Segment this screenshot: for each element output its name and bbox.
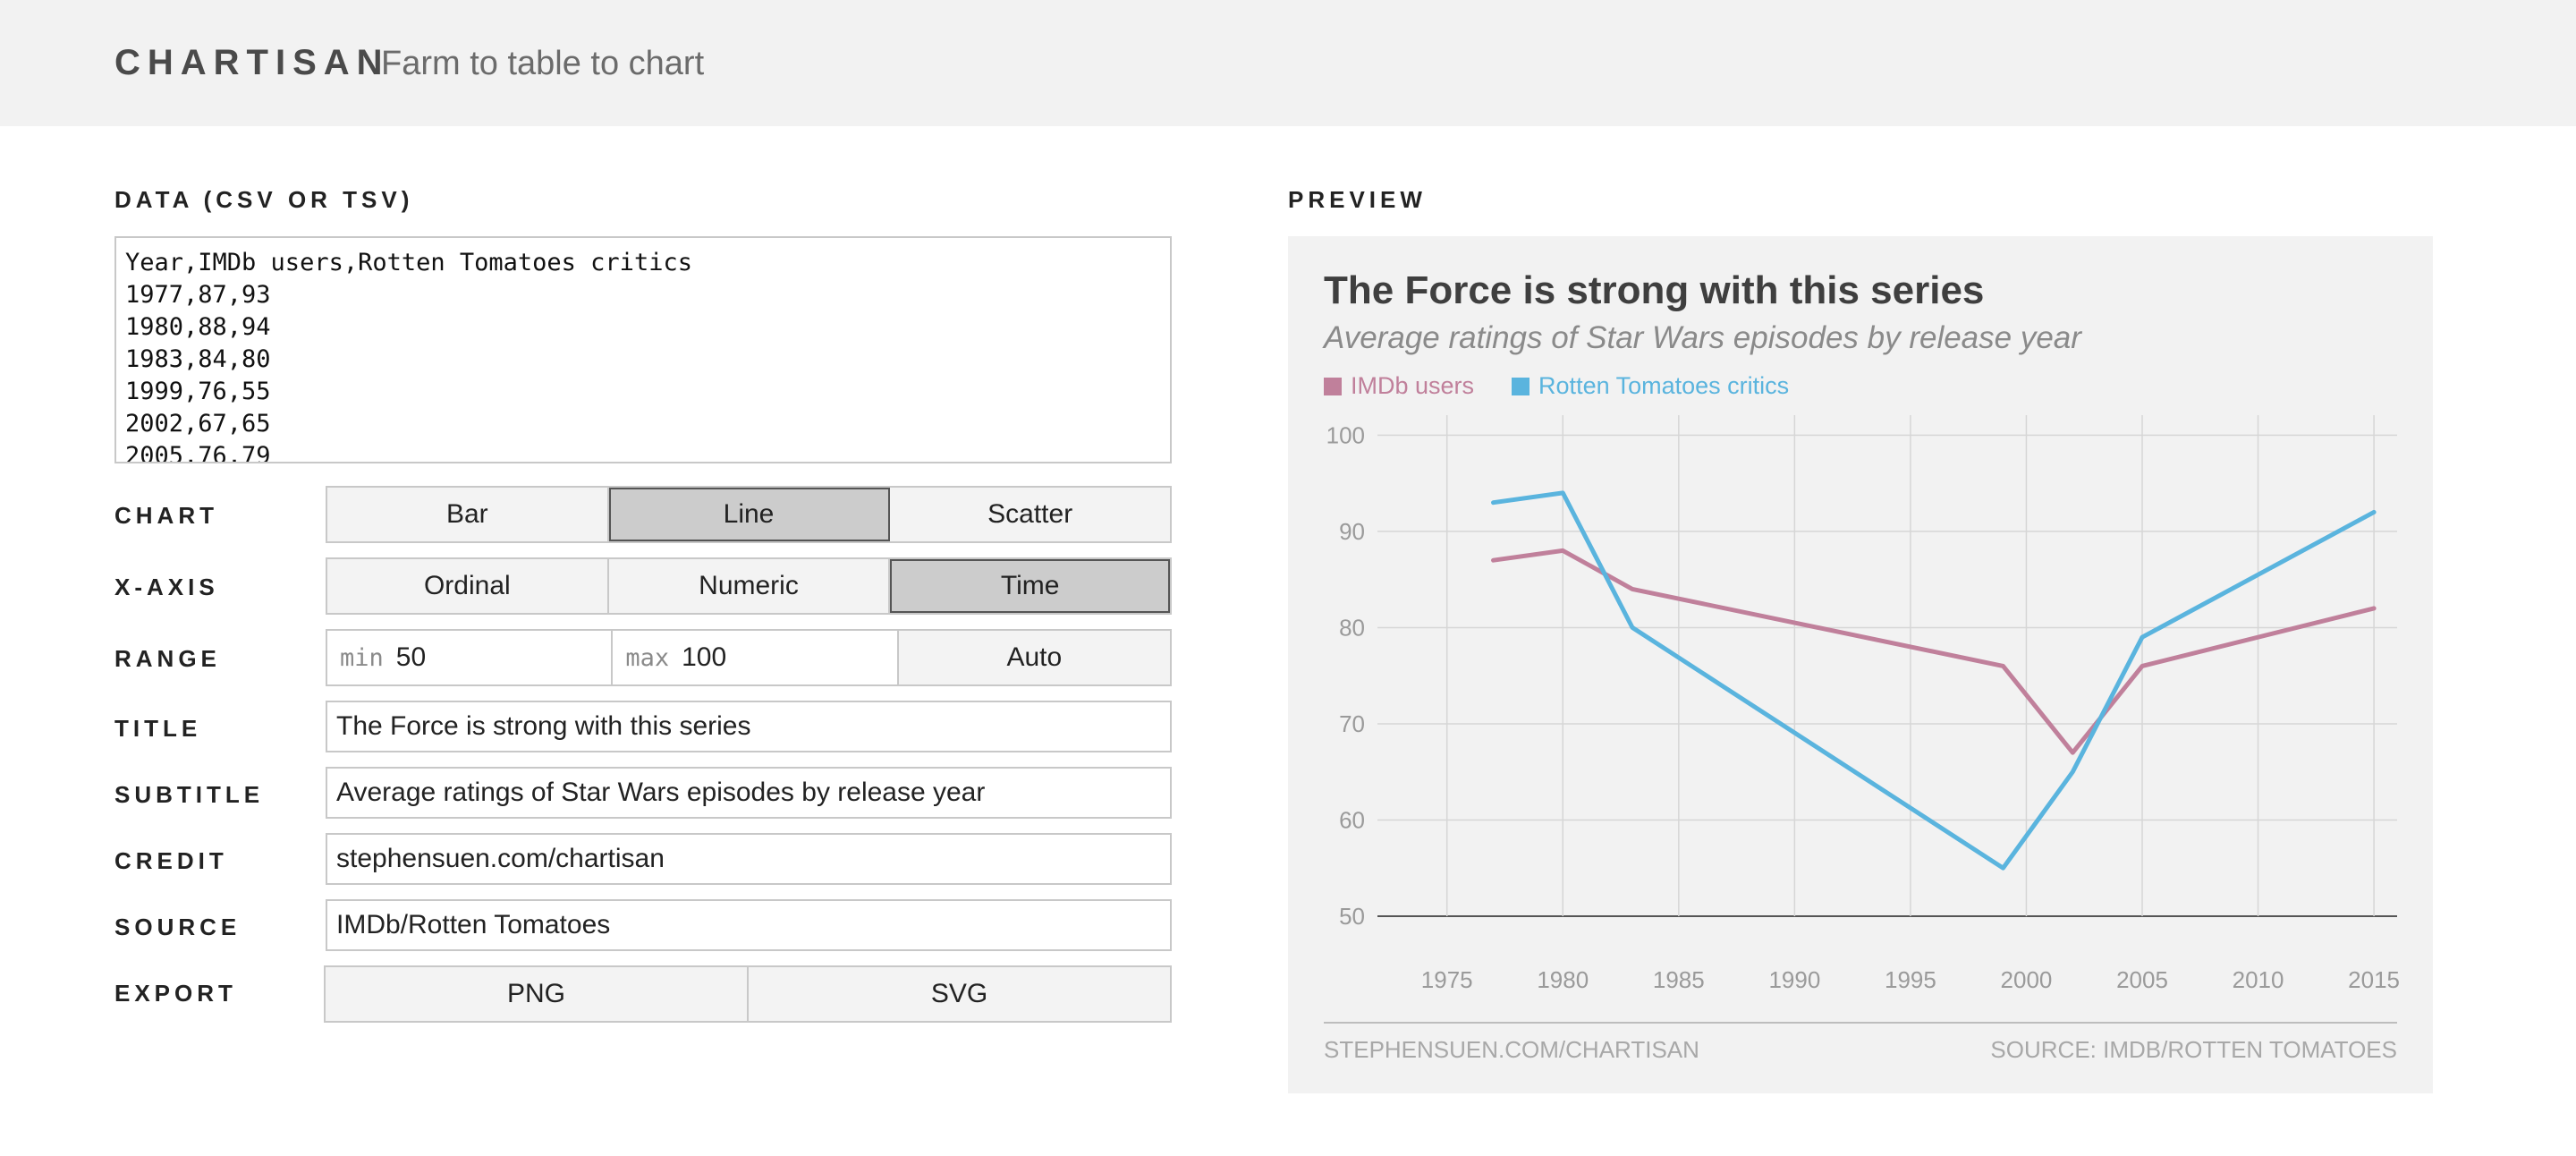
- credit-input[interactable]: stephensuen.com/chartisan: [326, 833, 1172, 885]
- range-min-value: 50: [395, 642, 427, 672]
- x-axis-numeric-button[interactable]: Numeric: [609, 559, 891, 613]
- subtitle-input[interactable]: Average ratings of Star Wars episodes by…: [326, 767, 1172, 819]
- chart-footer-rule: [1324, 1022, 2397, 1024]
- chart-type-selector: Bar Line Scatter: [326, 486, 1172, 543]
- credit-label: CREDIT: [114, 847, 228, 874]
- export-label: EXPORT: [114, 980, 237, 1007]
- range-min-input[interactable]: min 50: [327, 631, 614, 684]
- x-tick-label: 2005: [2116, 966, 2168, 993]
- y-tick-label: 90: [1339, 518, 1365, 545]
- data-section-label: DATA (CSV OR TSV): [114, 186, 414, 213]
- tagline: Farm to table to chart: [381, 45, 705, 82]
- app-header: CHARTISAN Farm to table to chart: [0, 0, 2576, 126]
- chart-type-scatter-button[interactable]: Scatter: [890, 488, 1170, 541]
- y-tick-label: 50: [1339, 903, 1365, 930]
- y-tick-label: 60: [1339, 806, 1365, 833]
- x-axis-time-button[interactable]: Time: [890, 559, 1171, 613]
- x-tick-label: 1985: [1653, 966, 1705, 993]
- line-chart: 50 60 70 80 90 100 1975 1980 1985 1990 1995 2000 200…: [1326, 415, 2400, 993]
- source-label: SOURCE: [114, 914, 242, 940]
- series-line-rt: [1491, 490, 2377, 871]
- range-max-input[interactable]: max 100: [613, 631, 899, 684]
- x-axis-label: X-AXIS: [114, 574, 219, 600]
- x-tick-label: 1990: [1768, 966, 1820, 993]
- chart-source: SOURCE: IMDB/ROTTEN TOMATOES: [1990, 1036, 2397, 1063]
- preview-section-label: PREVIEW: [1288, 186, 1427, 213]
- chart-type-label: CHART: [114, 502, 218, 529]
- range-min-key: min: [340, 643, 384, 672]
- y-tick-label: 100: [1326, 421, 1365, 448]
- export-svg-button[interactable]: SVG: [749, 967, 1170, 1021]
- range-controls: min 50 max 100 Auto: [326, 629, 1172, 686]
- chart-type-bar-button[interactable]: Bar: [327, 488, 609, 541]
- csv-data-input[interactable]: [114, 236, 1172, 463]
- brand-logo-text[interactable]: CHARTISAN: [114, 43, 390, 83]
- range-max-key: max: [625, 643, 670, 672]
- title-label: TITLE: [114, 715, 202, 742]
- x-tick-label: 1975: [1421, 966, 1473, 993]
- x-tick-label: 2015: [2348, 966, 2400, 993]
- x-tick-label: 2010: [2233, 966, 2284, 993]
- title-input[interactable]: The Force is strong with this series: [326, 701, 1172, 752]
- chart-preview: The Force is strong with this series Ave…: [1288, 236, 2433, 1093]
- x-tick-label: 1995: [1885, 966, 1936, 993]
- x-tick-label: 1980: [1537, 966, 1589, 993]
- range-label: RANGE: [114, 645, 221, 672]
- y-tick-label: 70: [1339, 710, 1365, 737]
- x-axis-selector: Ordinal Numeric Time: [326, 557, 1172, 615]
- chart-credit: STEPHENSUEN.COM/CHARTISAN: [1324, 1036, 1699, 1063]
- subtitle-label: SUBTITLE: [114, 781, 265, 808]
- x-axis-ordinal-button[interactable]: Ordinal: [327, 559, 609, 613]
- range-auto-button[interactable]: Auto: [899, 631, 1170, 684]
- chart-type-line-button[interactable]: Line: [608, 488, 891, 541]
- source-input[interactable]: IMDb/Rotten Tomatoes: [326, 899, 1172, 951]
- export-controls: PNG SVG: [324, 965, 1172, 1023]
- y-tick-label: 80: [1339, 614, 1365, 641]
- range-max-value: 100: [682, 642, 727, 672]
- export-png-button[interactable]: PNG: [326, 967, 749, 1021]
- x-tick-label: 2000: [2001, 966, 2053, 993]
